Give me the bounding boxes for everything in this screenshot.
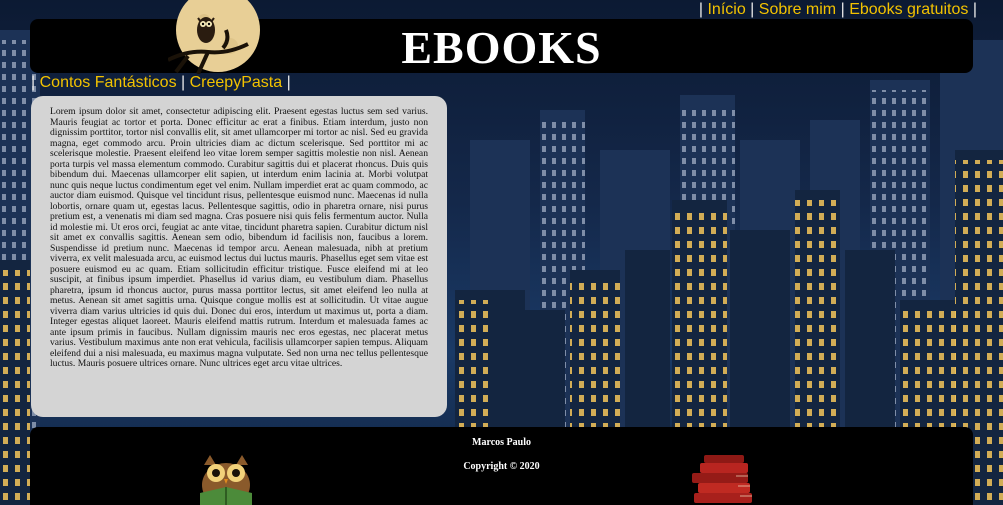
nav-link-creepypasta[interactable]: CreepyPasta	[190, 74, 283, 91]
nav-link-contos-fantasticos[interactable]: Contos Fantásticos	[40, 74, 177, 91]
books-stack-icon	[692, 455, 752, 503]
nav-link-sobre-mim[interactable]: Sobre mim	[759, 1, 836, 18]
nav-link-ebooks-gratuitos[interactable]: Ebooks gratuitos	[849, 1, 968, 18]
category-navigation: | Contos Fantásticos | CreepyPasta |	[31, 74, 291, 91]
owl-reading-icon	[200, 455, 252, 505]
footer-copyright: Copyright © 2020	[463, 461, 540, 472]
nav-link-inicio[interactable]: Início	[707, 1, 745, 18]
article-text: Lorem ipsum dolor sit amet, consectetur …	[50, 106, 428, 369]
site-footer: Marcos Paulo Copyright © 2020	[30, 427, 973, 505]
owl-moon-icon	[168, 0, 260, 74]
top-navigation: | Início | Sobre mim | Ebooks gratuitos …	[698, 1, 977, 18]
article-panel: Lorem ipsum dolor sit amet, consectetur …	[31, 96, 447, 417]
footer-author: Marcos Paulo	[472, 437, 531, 448]
